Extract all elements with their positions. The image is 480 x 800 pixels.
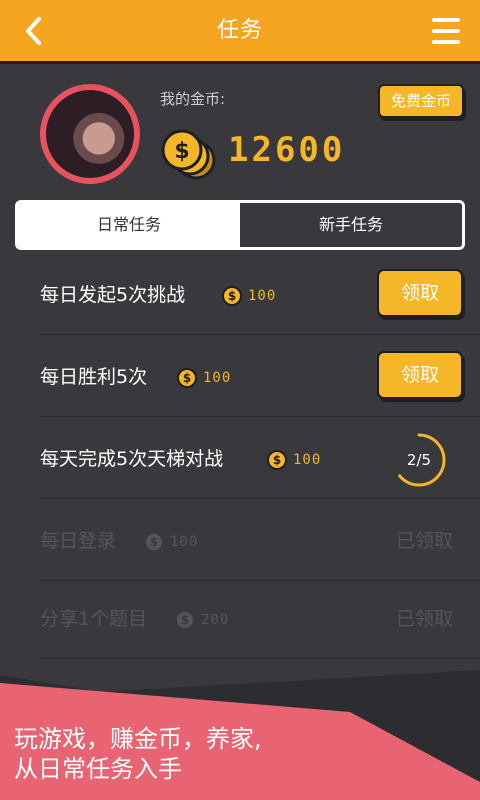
avatar[interactable] xyxy=(40,84,140,184)
coin-stack-icon: $ xyxy=(161,129,216,180)
coin-icon: $ xyxy=(177,368,197,388)
coin-icon: $ xyxy=(222,286,242,306)
top-bar: 任务 xyxy=(0,0,480,64)
reward-amount: 100 xyxy=(170,534,199,550)
task-name: 分享1个题目 xyxy=(40,608,148,630)
task-row: 每日胜利5次 $ 100 领取 xyxy=(40,337,480,417)
promo-line-1: 玩游戏，赚金币，养家, xyxy=(14,725,262,753)
coin-balance: 12600 xyxy=(228,130,346,170)
task-reward: $ 100 xyxy=(177,367,231,389)
hamburger-menu-icon xyxy=(432,18,460,22)
claimed-status: 已领取 xyxy=(395,530,453,552)
task-name: 每天完成5次天梯对战 xyxy=(40,448,224,470)
menu-button[interactable] xyxy=(432,18,460,44)
coin-icon: $ xyxy=(175,610,195,630)
coin-icon: $ xyxy=(144,532,164,552)
task-reward: $ 100 xyxy=(222,285,276,307)
task-row: 分享1个题目 $ 200 已领取 xyxy=(40,579,480,659)
free-coins-button[interactable]: 免费金币 xyxy=(378,84,464,118)
task-tabs: 日常任务 新手任务 xyxy=(15,200,465,250)
page-title: 任务 xyxy=(216,18,263,43)
task-name: 每日发起5次挑战 xyxy=(40,284,186,306)
reward-amount: 100 xyxy=(248,288,277,304)
coin-icon: $ xyxy=(267,450,287,470)
tab-daily-tasks[interactable]: 日常任务 xyxy=(18,203,240,247)
task-progress-ring: 2/5 xyxy=(390,431,448,489)
coin-label: 我的金币: xyxy=(160,90,226,108)
claim-button[interactable]: 领取 xyxy=(377,351,463,399)
reward-amount: 100 xyxy=(293,452,322,468)
task-reward: $ 200 xyxy=(175,609,229,631)
tab-newbie-tasks[interactable]: 新手任务 xyxy=(240,203,462,247)
promo-text: 玩游戏，赚金币，养家, 从日常任务入手 xyxy=(14,724,262,784)
reward-amount: 100 xyxy=(203,370,232,386)
progress-text: 2/5 xyxy=(406,451,432,469)
svg-text:$: $ xyxy=(174,139,189,164)
task-name: 每日登录 xyxy=(40,530,117,552)
task-name: 每日胜利5次 xyxy=(40,366,148,388)
task-reward: $ 100 xyxy=(144,531,198,553)
task-row: 每天完成5次天梯对战 $ 100 2/5 xyxy=(40,419,480,499)
claimed-status: 已领取 xyxy=(395,608,453,630)
task-row: 每日登录 $ 100 已领取 xyxy=(40,501,480,581)
claim-button[interactable]: 领取 xyxy=(377,269,463,317)
task-reward: $ 100 xyxy=(267,449,321,471)
reward-amount: 200 xyxy=(201,612,230,628)
promo-line-2: 从日常任务入手 xyxy=(14,755,182,783)
task-row: 每日发起5次挑战 $ 100 领取 xyxy=(40,255,480,335)
